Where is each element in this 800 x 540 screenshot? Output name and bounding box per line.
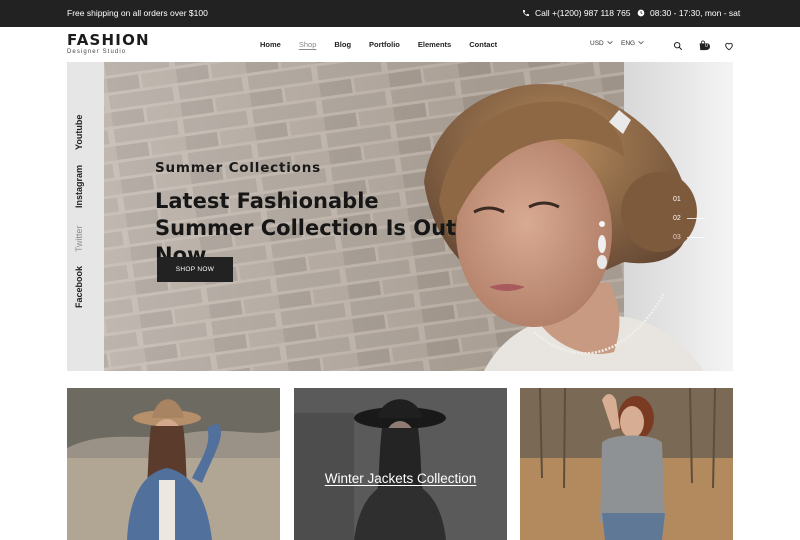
hero-slider: Youtube Instagram Twitter Facebook Summe… [67,62,733,371]
slide-dot-3[interactable]: 03 [673,228,705,247]
chevron-down-icon [607,40,613,47]
nav-blog[interactable]: Blog [334,40,351,49]
category-card-1[interactable] [67,388,280,540]
active-slide-line [686,218,705,219]
chevron-down-icon [638,40,644,47]
hero-text: Summer Collections Latest Fashionable Su… [155,160,475,269]
clock-icon [637,9,645,17]
card-label-winter-jackets[interactable]: Winter Jackets Collection [294,469,507,488]
phone-text: Call +(1200) 987 118 765 [535,8,631,18]
currency-value: USD [590,40,604,47]
category-card-winter-jackets[interactable]: Winter Jackets Collection [294,388,507,540]
card-image [294,388,507,540]
nav-home[interactable]: Home [260,40,281,49]
main-nav: Home Shop Blog Portfolio Elements Contac… [260,40,515,49]
slide-number: 01 [673,196,681,203]
logo-name: FASHION [67,31,150,49]
shop-now-button[interactable]: SHOP NOW [157,257,233,282]
slide-number: 03 [673,234,681,241]
social-youtube-link[interactable]: Youtube [74,115,84,150]
cart-button[interactable]: 0 [698,38,710,56]
contact-phone[interactable]: Call +(1200) 987 118 765 [522,8,631,18]
social-facebook-link[interactable]: Facebook [74,266,84,308]
slide-dot-2[interactable]: 02 [673,209,705,228]
hours-text: 08:30 - 17:30, mon - sat [650,8,741,18]
social-instagram-link[interactable]: Instagram [74,165,84,208]
nav-portfolio[interactable]: Portfolio [369,40,400,49]
site-logo[interactable]: FASHION Designer Studio [67,33,150,56]
hero-subtitle: Summer Collections [155,160,321,176]
language-selector[interactable]: ENG [621,40,644,47]
language-value: ENG [621,40,636,47]
slide-number: 02 [673,215,681,222]
shipping-notice: Free shipping on all orders over $100 [67,8,208,18]
card-image [520,388,733,540]
top-bar: Free shipping on all orders over $100 Ca… [0,0,800,27]
nav-elements[interactable]: Elements [418,40,451,49]
site-header: FASHION Designer Studio Home Shop Blog P… [0,27,800,63]
logo-tagline: Designer Studio [67,49,127,55]
opening-hours: 08:30 - 17:30, mon - sat [637,8,740,18]
social-twitter-link[interactable]: Twitter [74,225,84,252]
search-icon[interactable] [673,38,683,56]
nav-shop[interactable]: Shop [299,40,317,49]
slide-pagination: 01 02 03 [673,190,705,247]
card-image [67,388,280,540]
category-card-3[interactable] [520,388,733,540]
heart-icon[interactable] [724,38,734,56]
social-sidebar: Youtube Instagram Twitter Facebook [67,62,104,371]
slide-dot-1[interactable]: 01 [673,190,705,209]
phone-icon [522,9,530,17]
slide-line [686,237,705,238]
nav-contact[interactable]: Contact [469,40,497,49]
cart-count-badge: 0 [703,43,710,50]
currency-selector[interactable]: USD [590,40,613,47]
